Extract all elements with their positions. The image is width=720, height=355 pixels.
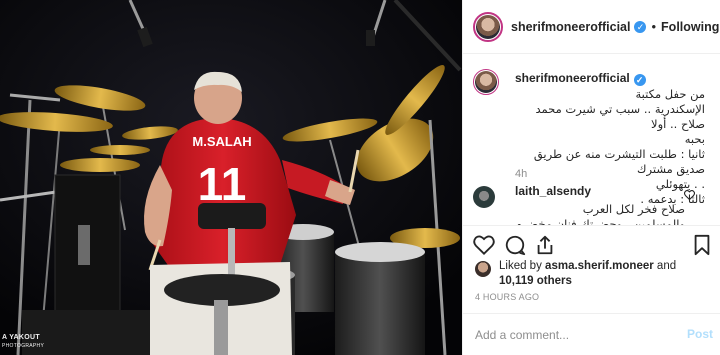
caption-avatar[interactable] [473, 69, 499, 95]
liker-username[interactable]: asma.sherif.moneer [545, 260, 654, 272]
likes-count[interactable]: 10,119 others [499, 275, 572, 287]
drummer-image: M.SALAH 11 [0, 0, 462, 355]
post-button[interactable]: Post [687, 327, 713, 341]
comment-line: والمسلمين ، وحضرتك فنان مخضرم ❤️ [515, 217, 685, 225]
caption-line: من حفل مكتبة [635, 87, 705, 101]
add-comment-bar: Post [463, 313, 720, 355]
post-timestamp[interactable]: 4 HOURS AGO [475, 292, 539, 302]
post-photo[interactable]: M.SALAH 11 A YAKOUT PHOTOGRAPHY [0, 0, 462, 355]
post-side-panel: sherifmoneerofficial ✓ • Following sheri… [462, 0, 720, 355]
comment-text: صلاح فخر لكل العرب والمسلمين ، وحضرتك فن… [515, 202, 685, 225]
caption-username[interactable]: sherifmoneerofficial ✓ [515, 71, 646, 86]
comment-icon[interactable] [504, 234, 526, 256]
comment-like-heart-icon[interactable] [684, 190, 695, 200]
add-comment-input[interactable] [475, 326, 665, 344]
following-button[interactable]: Following [661, 20, 719, 34]
post-header: sherifmoneerofficial ✓ • Following [463, 0, 720, 54]
likes-text: Liked by asma.sherif.moneer and 10,119 o… [499, 260, 677, 287]
verified-badge-icon: ✓ [633, 74, 646, 86]
action-bar [463, 225, 720, 261]
bookmark-icon[interactable] [691, 234, 713, 256]
comment-line: صلاح فخر لكل العرب [582, 202, 685, 216]
header-username[interactable]: sherifmoneerofficial [511, 20, 630, 34]
caption-time[interactable]: 4h [515, 168, 527, 180]
caption-line: ثانيا : طلبت التيشرت منه عن طريق صديق مش… [533, 147, 705, 176]
shirt-name: M.SALAH [192, 134, 251, 149]
header-separator: • [651, 19, 657, 34]
profile-avatar[interactable] [473, 11, 503, 42]
liker-avatar[interactable] [475, 261, 491, 277]
verified-badge-icon: ✓ [634, 20, 647, 33]
comment-username[interactable]: laith_alsendy [515, 184, 591, 198]
comment-avatar[interactable] [473, 186, 495, 208]
caption-line: بحبه [684, 132, 705, 146]
photo-watermark: A YAKOUT PHOTOGRAPHY [2, 334, 45, 349]
comments-section: sherifmoneerofficial ✓ من حفل مكتبة الإسك… [463, 55, 720, 225]
shirt-number: 11 [198, 158, 247, 210]
caption-line: الإسكندرية .. سبب تي شيرت محمد صلاح .. أ… [535, 102, 706, 131]
heart-icon[interactable] [473, 234, 495, 256]
share-icon[interactable] [534, 234, 556, 256]
